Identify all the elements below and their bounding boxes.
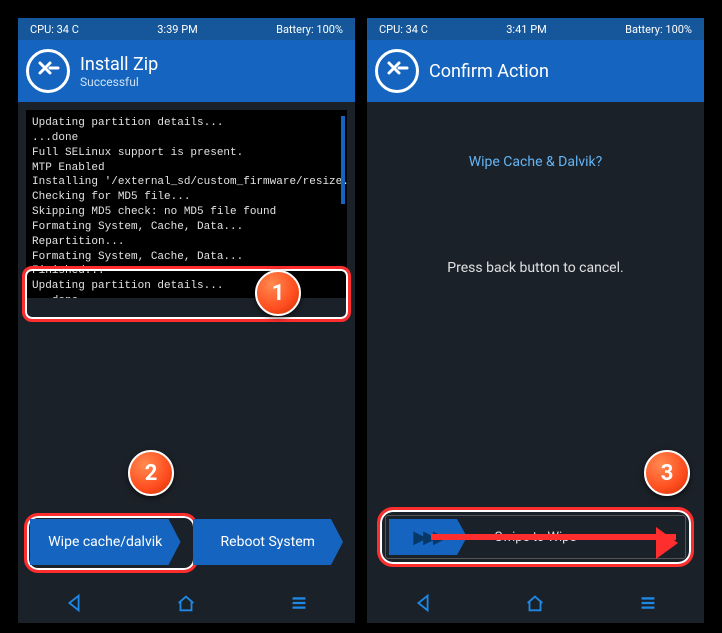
scrollbar[interactable] bbox=[341, 116, 345, 204]
phone-right: CPU: 34 C 3:41 PM Battery: 100% Confirm … bbox=[367, 18, 704, 623]
status-cpu: CPU: 34 C bbox=[379, 23, 428, 36]
status-time: 3:41 PM bbox=[506, 23, 546, 36]
twrp-logo-icon bbox=[375, 49, 419, 93]
status-battery: Battery: 100% bbox=[625, 23, 692, 36]
twrp-logo-icon bbox=[26, 49, 70, 93]
menu-icon[interactable] bbox=[288, 592, 310, 614]
wipe-cache-button[interactable]: Wipe cache/dalvik bbox=[30, 519, 181, 565]
status-battery: Battery: 100% bbox=[276, 23, 343, 36]
header: Install Zip Successful bbox=[18, 40, 355, 102]
home-icon[interactable] bbox=[524, 592, 546, 614]
page-subtitle: Successful bbox=[80, 75, 158, 89]
status-time: 3:39 PM bbox=[157, 23, 197, 36]
log-output[interactable]: Updating partition details... ...done Fu… bbox=[26, 110, 347, 298]
menu-icon[interactable] bbox=[637, 592, 659, 614]
header: Confirm Action bbox=[367, 40, 704, 102]
confirm-hint: Press back button to cancel. bbox=[375, 260, 696, 276]
statusbar: CPU: 34 C 3:41 PM Battery: 100% bbox=[367, 18, 704, 40]
status-cpu: CPU: 34 C bbox=[30, 23, 79, 36]
annotation-arrow bbox=[431, 534, 676, 540]
navbar bbox=[367, 583, 704, 623]
navbar bbox=[18, 583, 355, 623]
page-title: Confirm Action bbox=[429, 61, 549, 82]
back-icon[interactable] bbox=[63, 592, 85, 614]
page-title: Install Zip bbox=[80, 54, 158, 75]
phone-left: CPU: 34 C 3:39 PM Battery: 100% Install … bbox=[18, 18, 355, 623]
back-icon[interactable] bbox=[412, 592, 434, 614]
reboot-system-button[interactable]: Reboot System bbox=[193, 519, 344, 565]
home-icon[interactable] bbox=[175, 592, 197, 614]
confirm-question: Wipe Cache & Dalvik? bbox=[375, 154, 696, 170]
statusbar: CPU: 34 C 3:39 PM Battery: 100% bbox=[18, 18, 355, 40]
